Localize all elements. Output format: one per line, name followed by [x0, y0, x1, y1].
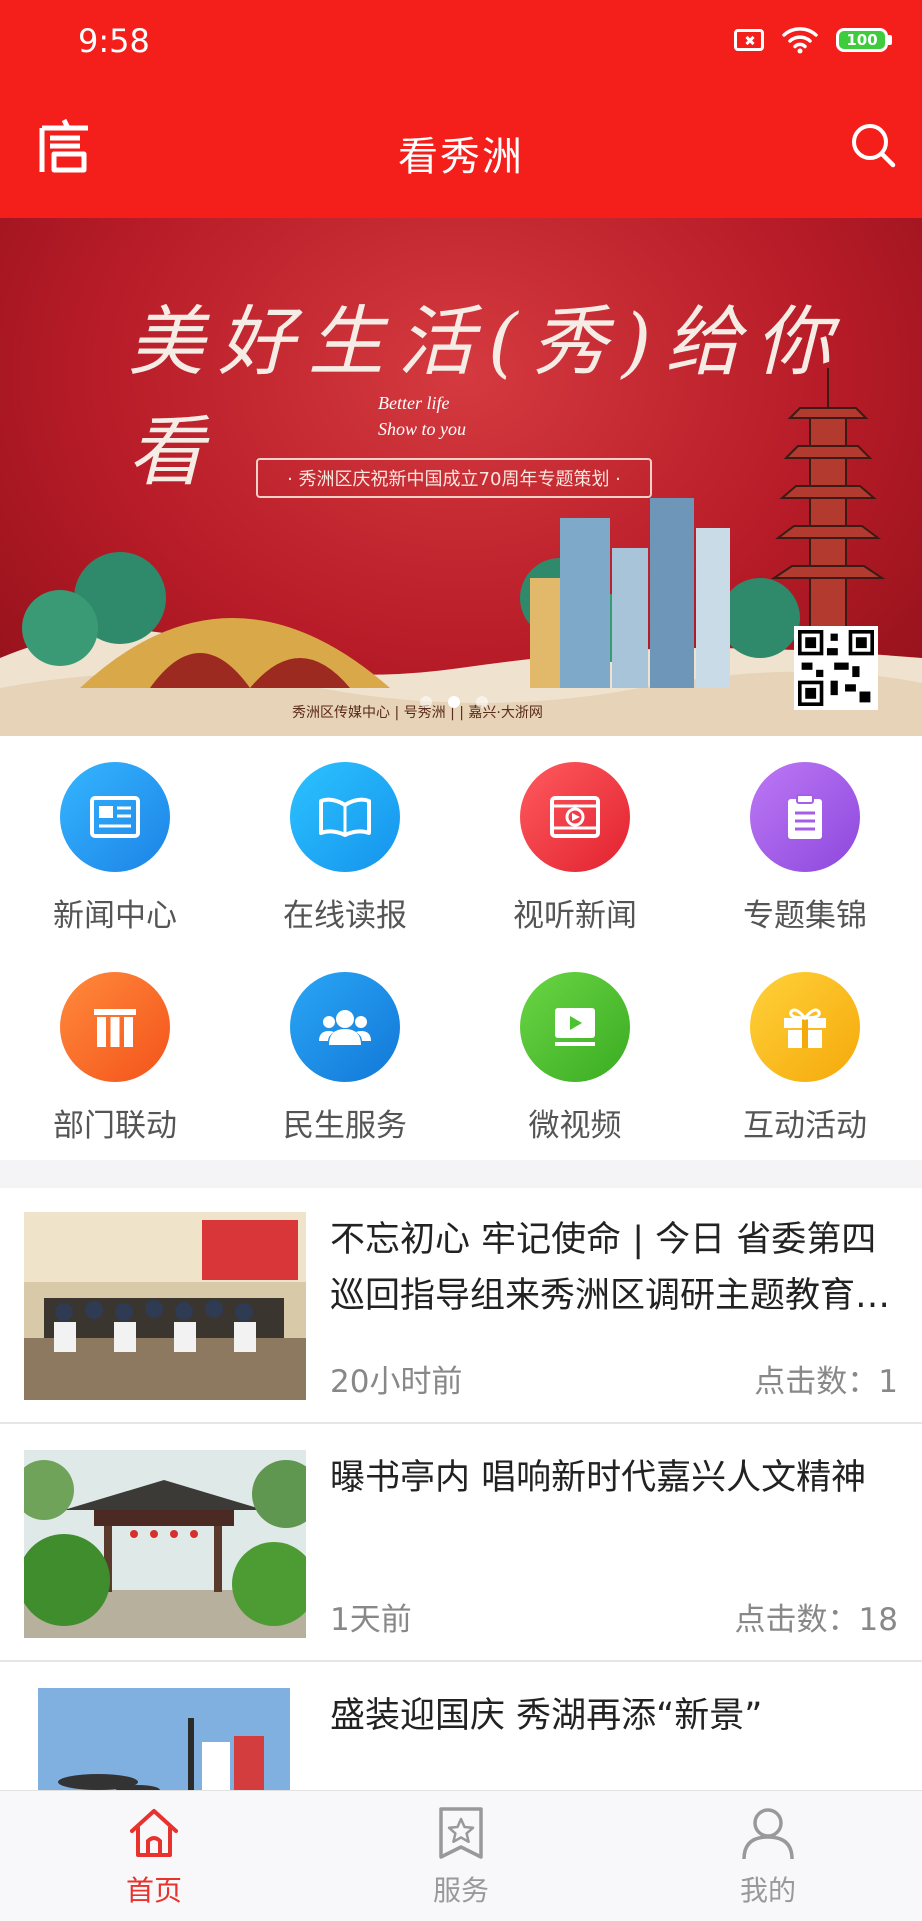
- tab-services[interactable]: 服务: [361, 1805, 561, 1909]
- app-header: 9:58 100 看秀洲: [0, 0, 922, 218]
- tab-label: 我的: [739, 1874, 796, 1907]
- grid-item-interactive[interactable]: 互动活动: [690, 972, 920, 1145]
- banner-carousel[interactable]: 美好生活(秀)给你看 Better life Show to you · 秀洲区…: [0, 218, 922, 736]
- carousel-dot[interactable]: [420, 696, 432, 708]
- tab-mine[interactable]: 我的: [668, 1805, 868, 1909]
- grid-item-livelihood[interactable]: 民生服务: [230, 972, 460, 1145]
- people-icon: [290, 972, 400, 1082]
- star-icon: [439, 1807, 483, 1859]
- carousel-dot[interactable]: [476, 696, 488, 708]
- home-icon: [130, 1809, 178, 1857]
- tab-label: 首页: [125, 1874, 182, 1907]
- search-icon[interactable]: [850, 122, 896, 168]
- clipboard-icon: [750, 762, 860, 872]
- grid-label: 部门联动: [53, 1108, 177, 1144]
- news-title: 曝书亭内 唱响新时代嘉兴人文精神: [330, 1458, 867, 1498]
- status-time: 9:58: [78, 22, 150, 60]
- sim-off-icon: [734, 29, 764, 51]
- grid-item-online-paper[interactable]: 在线读报: [230, 762, 460, 935]
- news-thumbnail: [24, 1450, 306, 1638]
- grid-label: 互动活动: [743, 1108, 867, 1144]
- grid-item-dept-linkage[interactable]: 部门联动: [0, 972, 230, 1145]
- tab-label: 服务: [432, 1874, 489, 1907]
- wifi-icon: [782, 27, 818, 54]
- grid-item-news-center[interactable]: 新闻中心: [0, 762, 230, 935]
- status-icons: 100: [734, 26, 892, 54]
- banner-subtitle: Better life Show to you: [378, 390, 466, 442]
- grid-label: 民生服务: [283, 1108, 407, 1144]
- tab-home[interactable]: 首页: [54, 1805, 254, 1909]
- news-item[interactable]: 不忘初心 牢记使命 | 今日 省委第四巡回指导组来秀洲区调研主题教育工作 20小…: [0, 1188, 922, 1424]
- news-item[interactable]: 曝书亭内 唱响新时代嘉兴人文精神 1天前 点击数：18: [0, 1426, 922, 1662]
- banner-subtitle-line1: Better life: [378, 393, 450, 413]
- banner-subtitle-line2: Show to you: [378, 419, 466, 439]
- banner-ribbon: · 秀洲区庆祝新中国成立70周年专题策划 ·: [256, 458, 652, 498]
- gift-icon: [750, 972, 860, 1082]
- grid-label: 视听新闻: [513, 898, 637, 934]
- qr-code-icon: [794, 626, 878, 710]
- grid-item-micro-video[interactable]: 微视频: [460, 972, 690, 1145]
- grid-item-special-topics[interactable]: 专题集锦: [690, 762, 920, 935]
- section-divider: [0, 1160, 922, 1188]
- news-title: 不忘初心 牢记使命 | 今日 省委第四巡回指导组来秀洲区调研主题教育工作: [330, 1220, 891, 1316]
- grid-label: 在线读报: [283, 898, 407, 934]
- page-title: 看秀洲: [398, 134, 524, 180]
- book-icon: [290, 762, 400, 872]
- pillars-icon: [60, 972, 170, 1082]
- carousel-indicator: [420, 696, 488, 708]
- video-icon: [520, 972, 630, 1082]
- banner-credit: 秀洲区传媒中心 | 号秀洲 | | 嘉兴·大浙网: [292, 705, 543, 721]
- feature-grid: 新闻中心 在线读报 视听新闻 专题集锦 部门联动 民生服务 微视频 互动活动: [0, 736, 922, 1160]
- newspaper-icon: [60, 762, 170, 872]
- grid-item-av-news[interactable]: 视听新闻: [460, 762, 690, 935]
- news-clicks: 点击数：1: [754, 1364, 898, 1400]
- news-thumbnail: [24, 1212, 306, 1400]
- carousel-dot-active[interactable]: [448, 696, 460, 708]
- grid-label: 新闻中心: [53, 898, 177, 934]
- news-time: 1天前: [330, 1602, 412, 1638]
- user-icon: [742, 1808, 794, 1860]
- news-title: 盛装迎国庆 秀湖再添“新景”: [330, 1696, 763, 1736]
- grid-label: 微视频: [528, 1108, 622, 1144]
- news-clicks: 点击数：18: [734, 1602, 898, 1638]
- grid-label: 专题集锦: [743, 898, 867, 934]
- bottom-tab-bar: 首页 服务 我的: [0, 1790, 922, 1921]
- news-time: 20小时前: [330, 1364, 463, 1400]
- film-play-icon: [520, 762, 630, 872]
- battery-icon: 100: [836, 28, 892, 52]
- battery-level: 100: [836, 28, 888, 52]
